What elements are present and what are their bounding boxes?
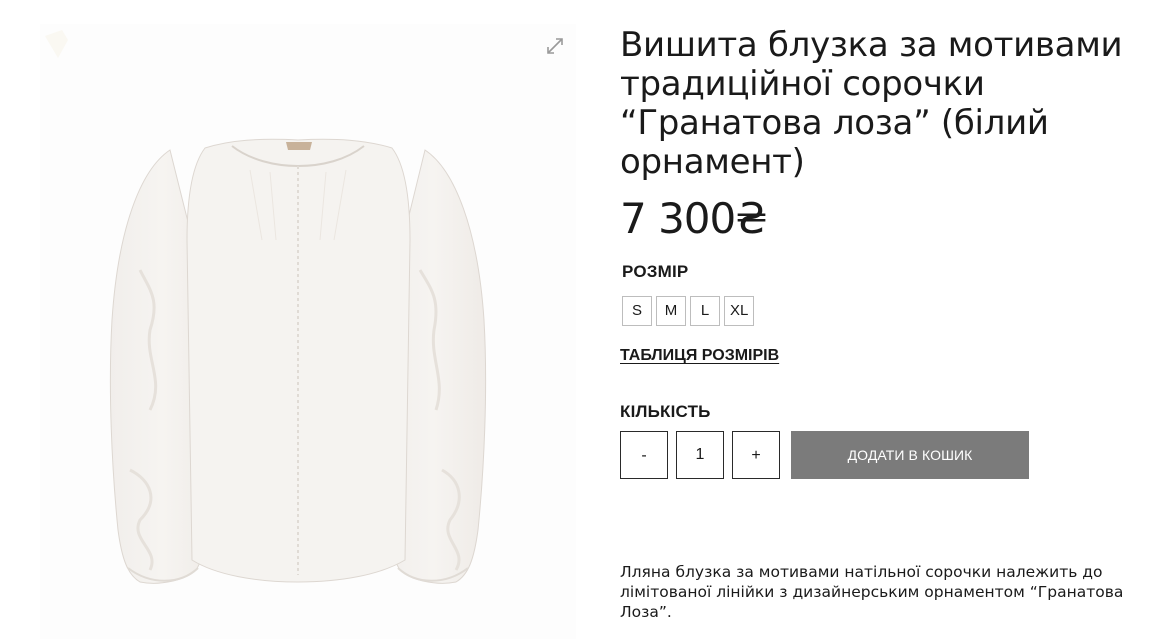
size-option-s[interactable]: S	[622, 296, 652, 326]
product-description: Лляна блузка за мотивами натільної сороч…	[620, 563, 1124, 621]
quantity-input[interactable]	[676, 431, 724, 479]
quantity-decrease-button[interactable]: -	[620, 431, 668, 479]
expand-arrows-icon[interactable]	[544, 35, 566, 57]
neck-label	[286, 142, 312, 150]
size-chart-link[interactable]: ТАБЛИЦЯ РОЗМІРІВ	[620, 347, 779, 365]
product-page: Вишита блузка за мотивами традиційної со…	[0, 0, 1173, 639]
size-option-l[interactable]: L	[690, 296, 720, 326]
product-image[interactable]	[0, 0, 580, 639]
product-price: 7 300₴	[620, 194, 768, 243]
product-title: Вишита блузка за мотивами традиційної со…	[620, 25, 1123, 182]
size-label: РОЗМІР	[622, 262, 689, 281]
quantity-stepper: - +	[620, 431, 780, 479]
quantity-increase-button[interactable]: +	[732, 431, 780, 479]
add-to-cart-button[interactable]: ДОДАТИ В КОШИК	[791, 431, 1029, 479]
quantity-label: КІЛЬКІСТЬ	[620, 402, 711, 421]
size-option-xl[interactable]: XL	[724, 296, 755, 326]
product-gallery	[0, 0, 580, 639]
size-options: S M L XL	[622, 296, 755, 326]
corner-mark	[45, 30, 68, 58]
size-option-m[interactable]: M	[656, 296, 686, 326]
